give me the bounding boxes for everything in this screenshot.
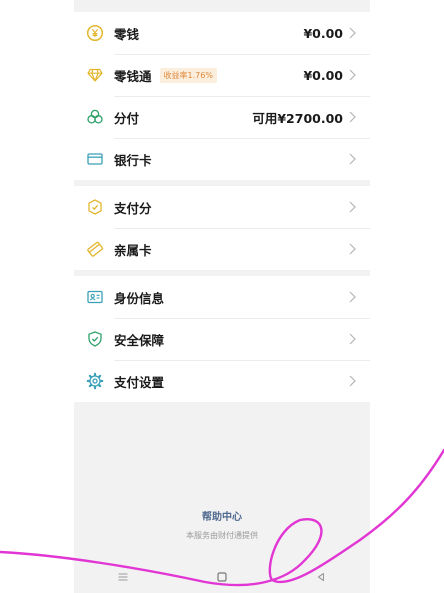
menu-row-fenfu[interactable]: 分付 可用¥2700.00 (74, 96, 370, 138)
id-card-icon (86, 288, 104, 306)
chevron-right-icon (349, 27, 356, 39)
menu-lines-icon[interactable] (113, 567, 133, 587)
menu-label: 亲属卡 (114, 242, 152, 258)
bank-card-icon (86, 150, 104, 168)
wallet-group: 零钱 ¥0.00 零钱通 收益率1.76% ¥0.00 分付 可用¥2700.0… (74, 12, 370, 180)
menu-row-identity[interactable]: 身份信息 (74, 276, 370, 318)
account-group: 身份信息 安全保障 支付设置 (74, 276, 370, 402)
menu-label: 身份信息 (114, 290, 165, 306)
menu-row-family-card[interactable]: 亲属卡 (74, 228, 370, 270)
fenfu-clover-icon (86, 108, 104, 126)
menu-row-security[interactable]: 安全保障 (74, 318, 370, 360)
credit-group: 支付分 亲属卡 (74, 186, 370, 270)
menu-label: 分付 (114, 110, 140, 126)
chevron-right-icon (349, 111, 356, 123)
menu-row-pay-score[interactable]: 支付分 (74, 186, 370, 228)
chevron-right-icon (349, 243, 356, 255)
chevron-right-icon (349, 333, 356, 345)
chevron-right-icon (349, 153, 356, 165)
menu-row-bank-card[interactable]: 银行卡 (74, 138, 370, 180)
menu-label: 银行卡 (114, 152, 152, 168)
page-footer: 帮助中心 本服务由财付通提供 (74, 508, 370, 541)
menu-row-pay-settings[interactable]: 支付设置 (74, 360, 370, 402)
shield-check-icon (86, 330, 104, 348)
home-square-icon[interactable] (212, 567, 232, 587)
menu-row-lingqiantong[interactable]: 零钱通 收益率1.76% ¥0.00 (74, 54, 370, 96)
help-center-link[interactable]: 帮助中心 (74, 508, 370, 523)
back-triangle-icon[interactable] (311, 567, 331, 587)
chevron-right-icon (349, 69, 356, 81)
balance-value: ¥0.00 (303, 25, 343, 41)
menu-label: 零钱通 (114, 68, 152, 84)
menu-label: 支付分 (114, 200, 152, 216)
chevron-right-icon (349, 201, 356, 213)
menu-label: 安全保障 (114, 332, 165, 348)
chevron-right-icon (349, 291, 356, 303)
phone-screen: 零钱 ¥0.00 零钱通 收益率1.76% ¥0.00 分付 可用¥2700.0… (74, 0, 370, 593)
diamond-icon (86, 66, 104, 84)
chevron-right-icon (349, 375, 356, 387)
menu-label: 支付设置 (114, 374, 165, 390)
gear-icon (86, 372, 104, 390)
menu-label: 零钱 (114, 26, 140, 42)
family-card-icon (86, 240, 104, 258)
yuan-coin-icon (86, 24, 104, 42)
service-provider-note: 本服务由财付通提供 (186, 531, 258, 540)
balance-value: ¥0.00 (303, 67, 343, 83)
yield-rate-badge: 收益率1.76% (159, 67, 217, 83)
credit-available-value: 可用¥2700.00 (252, 110, 343, 126)
system-navigation-bar (74, 560, 370, 593)
pay-score-badge-icon (86, 198, 104, 216)
menu-row-change[interactable]: 零钱 ¥0.00 (74, 12, 370, 54)
